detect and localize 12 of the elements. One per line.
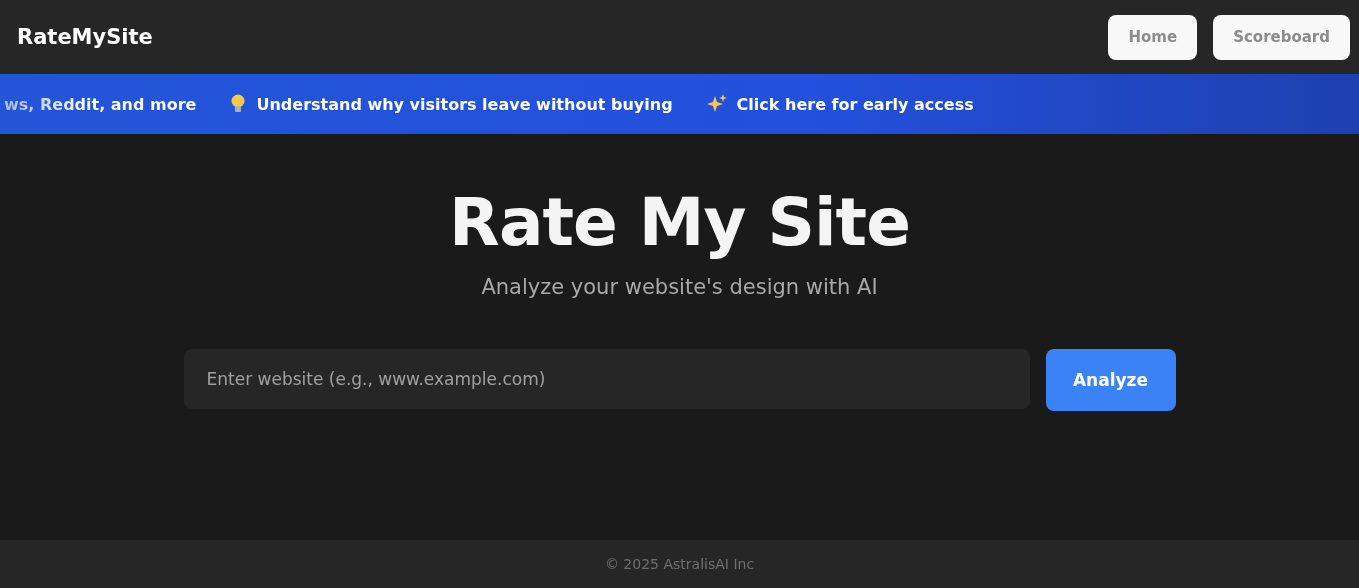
website-input[interactable]: Enter website (e.g., www.example.com) bbox=[183, 349, 1030, 409]
nav-button[interactable]: Home bbox=[1108, 14, 1198, 60]
sparkles-icon bbox=[706, 94, 727, 114]
copyright-text: © 2025 AstralisAI Inc bbox=[604, 556, 755, 572]
banner-message[interactable]: Understand why visitors leave without buying bbox=[256, 94, 673, 114]
page-title: Rate My Site bbox=[449, 184, 910, 261]
banner-message[interactable]: Click here for early access bbox=[736, 94, 974, 114]
analyze-button[interactable]: Analyze bbox=[1045, 349, 1176, 411]
nav-button[interactable]: Scoreboard bbox=[1213, 14, 1350, 60]
lightbulb-icon bbox=[230, 94, 247, 114]
site-logo[interactable]: RateMySite bbox=[17, 25, 153, 49]
subtitle: Analyze your website's design with AI bbox=[481, 275, 878, 299]
